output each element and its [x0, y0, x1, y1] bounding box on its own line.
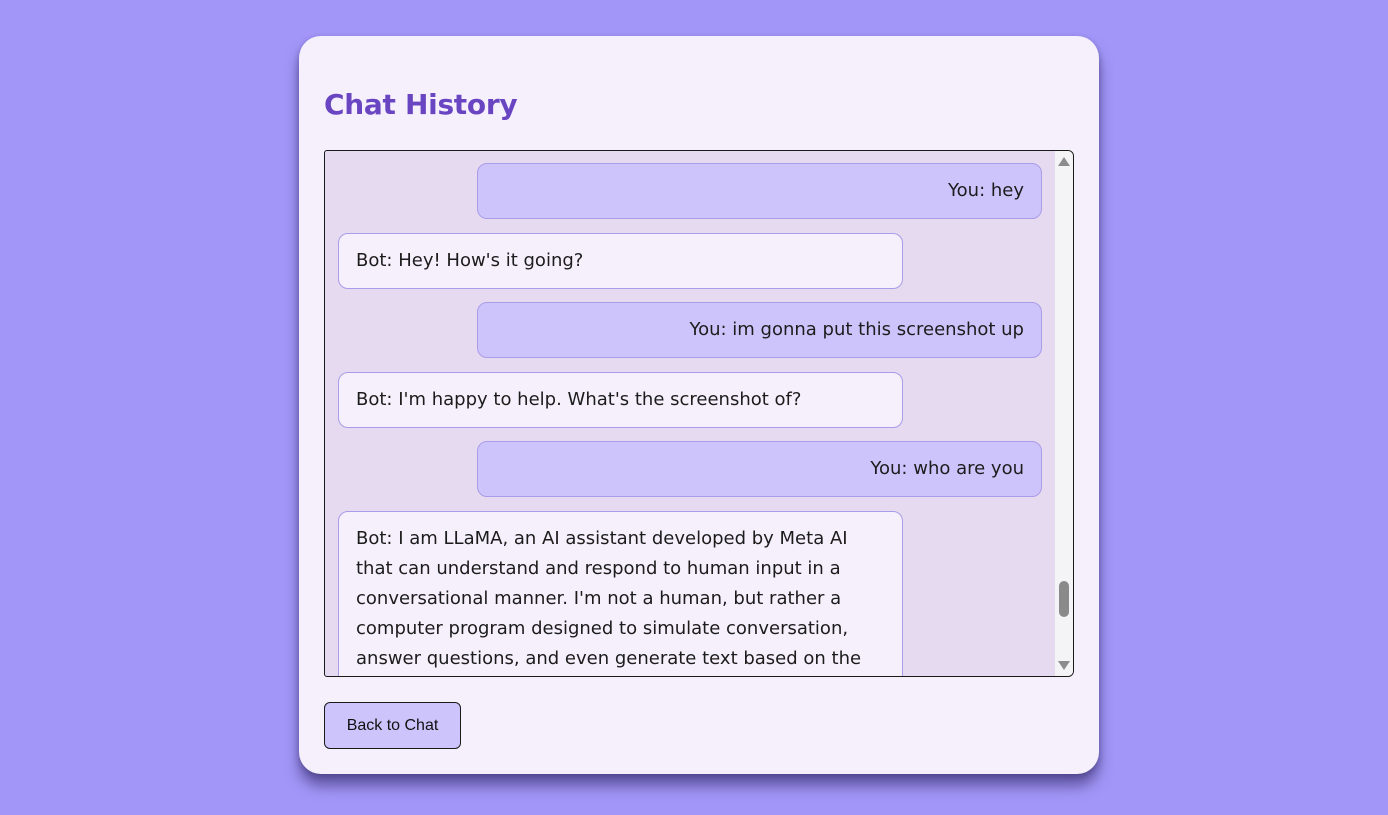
- user-message: You: im gonna put this screenshot up: [477, 302, 1042, 358]
- page-title: Chat History: [324, 88, 518, 121]
- vertical-scrollbar[interactable]: [1055, 151, 1073, 676]
- bot-message: Bot: I am LLaMA, an AI assistant develop…: [338, 511, 903, 676]
- chat-history-list[interactable]: You: hey Bot: Hey! How's it going? You: …: [324, 150, 1074, 677]
- user-message: You: who are you: [477, 441, 1042, 497]
- chat-history-card: Chat History You: hey Bot: Hey! How's it…: [299, 36, 1099, 774]
- back-to-chat-button[interactable]: Back to Chat: [324, 702, 461, 749]
- scrollbar-thumb[interactable]: [1059, 581, 1069, 617]
- user-message: You: hey: [477, 163, 1042, 219]
- scroll-up-arrow-icon[interactable]: [1058, 157, 1070, 166]
- bot-message: Bot: Hey! How's it going?: [338, 233, 903, 289]
- scroll-down-arrow-icon[interactable]: [1058, 661, 1070, 670]
- bot-message: Bot: I'm happy to help. What's the scree…: [338, 372, 903, 428]
